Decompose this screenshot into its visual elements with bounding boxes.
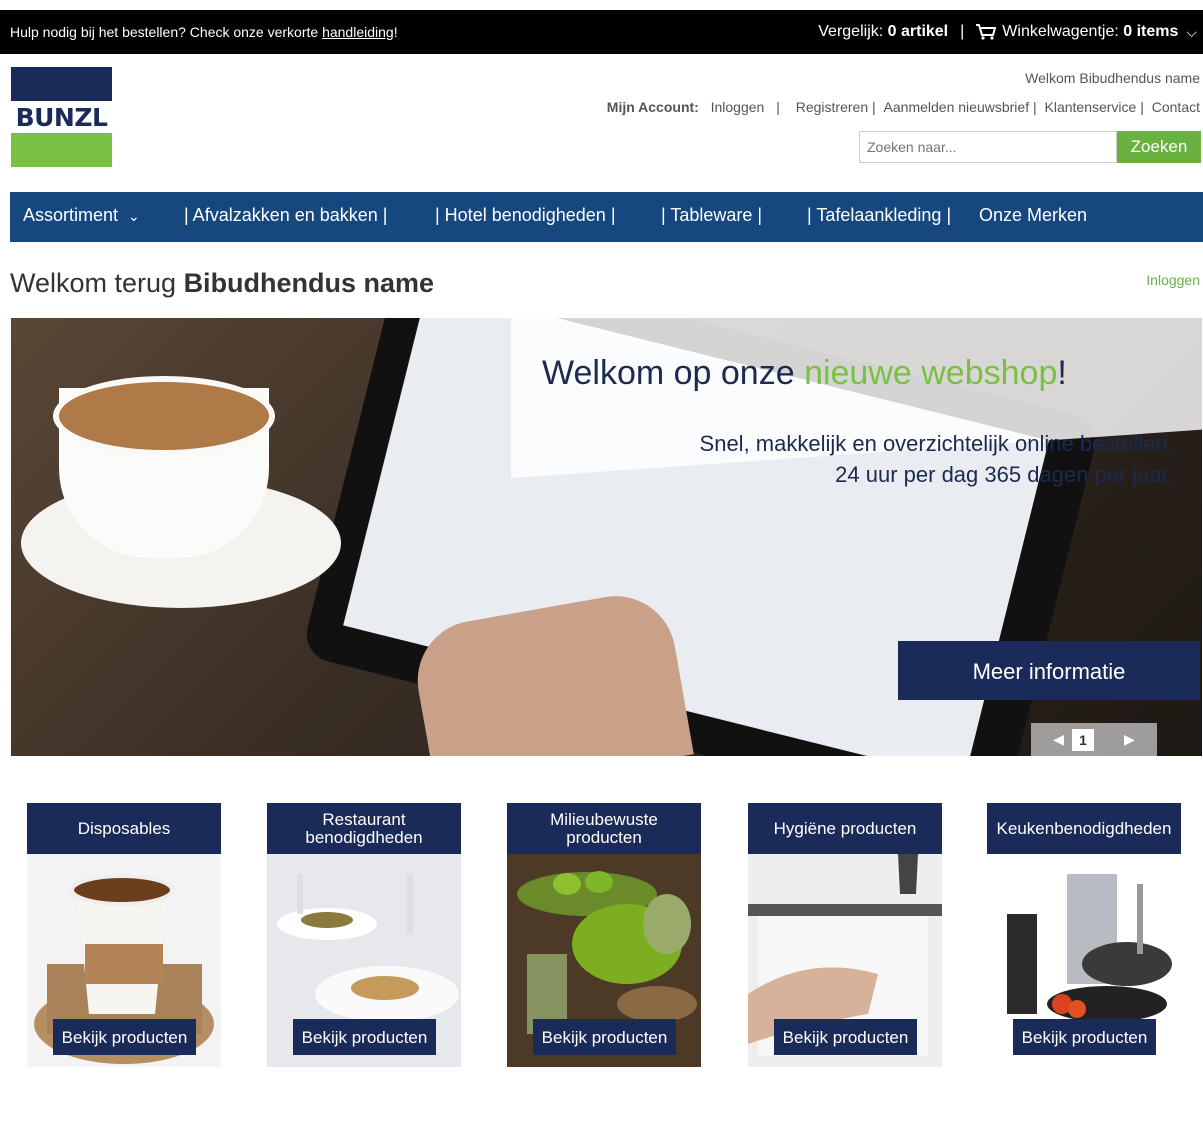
category-title[interactable]: Disposables (27, 803, 221, 854)
logo-text: BUNZL (15, 103, 108, 132)
search-button[interactable]: Zoeken (1117, 131, 1201, 163)
cart-icon[interactable] (976, 24, 997, 40)
slide-number[interactable]: 1 (1072, 728, 1094, 751)
category-title[interactable]: Keukenbenodigdheden (987, 803, 1181, 854)
view-products-button[interactable]: Bekijk producten (293, 1019, 436, 1055)
search-input[interactable] (859, 131, 1117, 163)
category-kitchen[interactable]: Keukenbenodigdheden Bekijk producten (987, 803, 1181, 1067)
account-label: Mijn Account: (606, 99, 699, 115)
greeting-name: Bibudhendus name (183, 268, 435, 298)
account-separator: | (776, 99, 780, 115)
compare-count[interactable]: 0 artikel (888, 23, 948, 41)
compare-label[interactable]: Vergelijk: (818, 23, 883, 41)
category-title[interactable]: Milieubewuste producten (507, 803, 701, 854)
top-bar: Hulp nodig bij het bestellen? Check onze… (0, 10, 1203, 54)
more-info-button[interactable]: Meer informatie (898, 641, 1200, 700)
category-disposables[interactable]: Disposables Bekijk producten (27, 803, 221, 1067)
cart-label[interactable]: Winkelwagentje: (1002, 23, 1119, 41)
hero-title-a: Welkom op onze (542, 354, 805, 392)
register-link[interactable]: Registreren | (796, 99, 876, 115)
view-products-button[interactable]: Bekijk producten (533, 1019, 676, 1055)
nav-onze-merken[interactable]: Onze Merken (979, 205, 1087, 226)
account-links: Mijn Account: Inloggen | Registreren | A… (603, 99, 1200, 115)
hero-title: Welkom op onze nieuwe webshop! (542, 354, 1067, 393)
login-link-right[interactable]: Inloggen (1146, 272, 1200, 288)
hero-banner: Welkom op onze nieuwe webshop! Snel, mak… (11, 318, 1202, 756)
hero-subtitle-2: 24 uur per dag 365 dagen per jaar. (835, 462, 1174, 487)
slider-pager: ◀ 1 ▶ (1031, 723, 1157, 756)
logo-band-bottom (11, 133, 112, 167)
prev-arrow-icon[interactable]: ◀ (1053, 731, 1064, 748)
next-arrow-icon[interactable]: ▶ (1124, 731, 1135, 748)
topbar-separator: | (960, 23, 965, 40)
nav-afvalzakken[interactable]: | Afvalzakken en bakken | (184, 205, 387, 226)
category-hygiene[interactable]: Hygiëne producten Bekijk producten (748, 803, 942, 1067)
welcome-user: Welkom Bibudhendus name (1025, 70, 1200, 86)
hero-title-green: nieuwe webshop (804, 354, 1058, 392)
view-products-button[interactable]: Bekijk producten (53, 1019, 196, 1055)
nav-assortiment-label: Assortiment (23, 205, 119, 225)
help-end: ! (393, 24, 398, 40)
chevron-down-icon[interactable]: ⌵ (1186, 24, 1197, 41)
newsletter-link[interactable]: Aanmelden nieuwsbrief | (884, 99, 1037, 115)
bunzl-logo[interactable]: BUNZL (11, 67, 112, 167)
login-link[interactable]: Inloggen (711, 99, 765, 115)
greeting-prefix: Welkom terug (10, 268, 184, 298)
main-nav: Assortiment ⌄ | Afvalzakken en bakken | … (10, 192, 1203, 242)
hero-title-end: ! (1057, 354, 1067, 392)
category-title[interactable]: Restaurant benodigdheden (267, 803, 461, 854)
chevron-down-icon: ⌄ (128, 208, 140, 224)
nav-tableware[interactable]: | Tableware | (661, 205, 762, 226)
cart-count[interactable]: 0 items (1123, 23, 1178, 41)
manual-link[interactable]: handleiding (322, 24, 394, 40)
search-bar: Zoeken (859, 131, 1201, 163)
logo-band-top (11, 67, 112, 101)
nav-assortiment[interactable]: Assortiment ⌄ (23, 205, 140, 226)
nav-hotel[interactable]: | Hotel benodigheden | (435, 205, 616, 226)
latte-image (53, 376, 275, 456)
customer-service-link[interactable]: Klantenservice | (1045, 99, 1144, 115)
category-restaurant[interactable]: Restaurant benodigdheden Bekijk producte… (267, 803, 461, 1067)
category-title[interactable]: Hygiëne producten (748, 803, 942, 854)
contact-link[interactable]: Contact (1152, 99, 1200, 115)
hero-subtitle-1: Snel, makkelijk en overzichtelijk online… (699, 431, 1174, 456)
nav-tafelaankleding[interactable]: | Tafelaankleding | (807, 205, 951, 226)
help-message: Hulp nodig bij het bestellen? Check onze… (10, 24, 323, 40)
view-products-button[interactable]: Bekijk producten (1013, 1019, 1156, 1055)
view-products-button[interactable]: Bekijk producten (774, 1019, 917, 1055)
topbar-right: Vergelijk: 0 artikel | Winkelwagentje: 0… (818, 23, 1197, 41)
category-eco[interactable]: Milieubewuste producten Bekijk producten (507, 803, 701, 1067)
help-text: Hulp nodig bij het bestellen? Check onze… (10, 24, 398, 40)
page-title: Welkom terug Bibudhendus name (10, 268, 434, 299)
